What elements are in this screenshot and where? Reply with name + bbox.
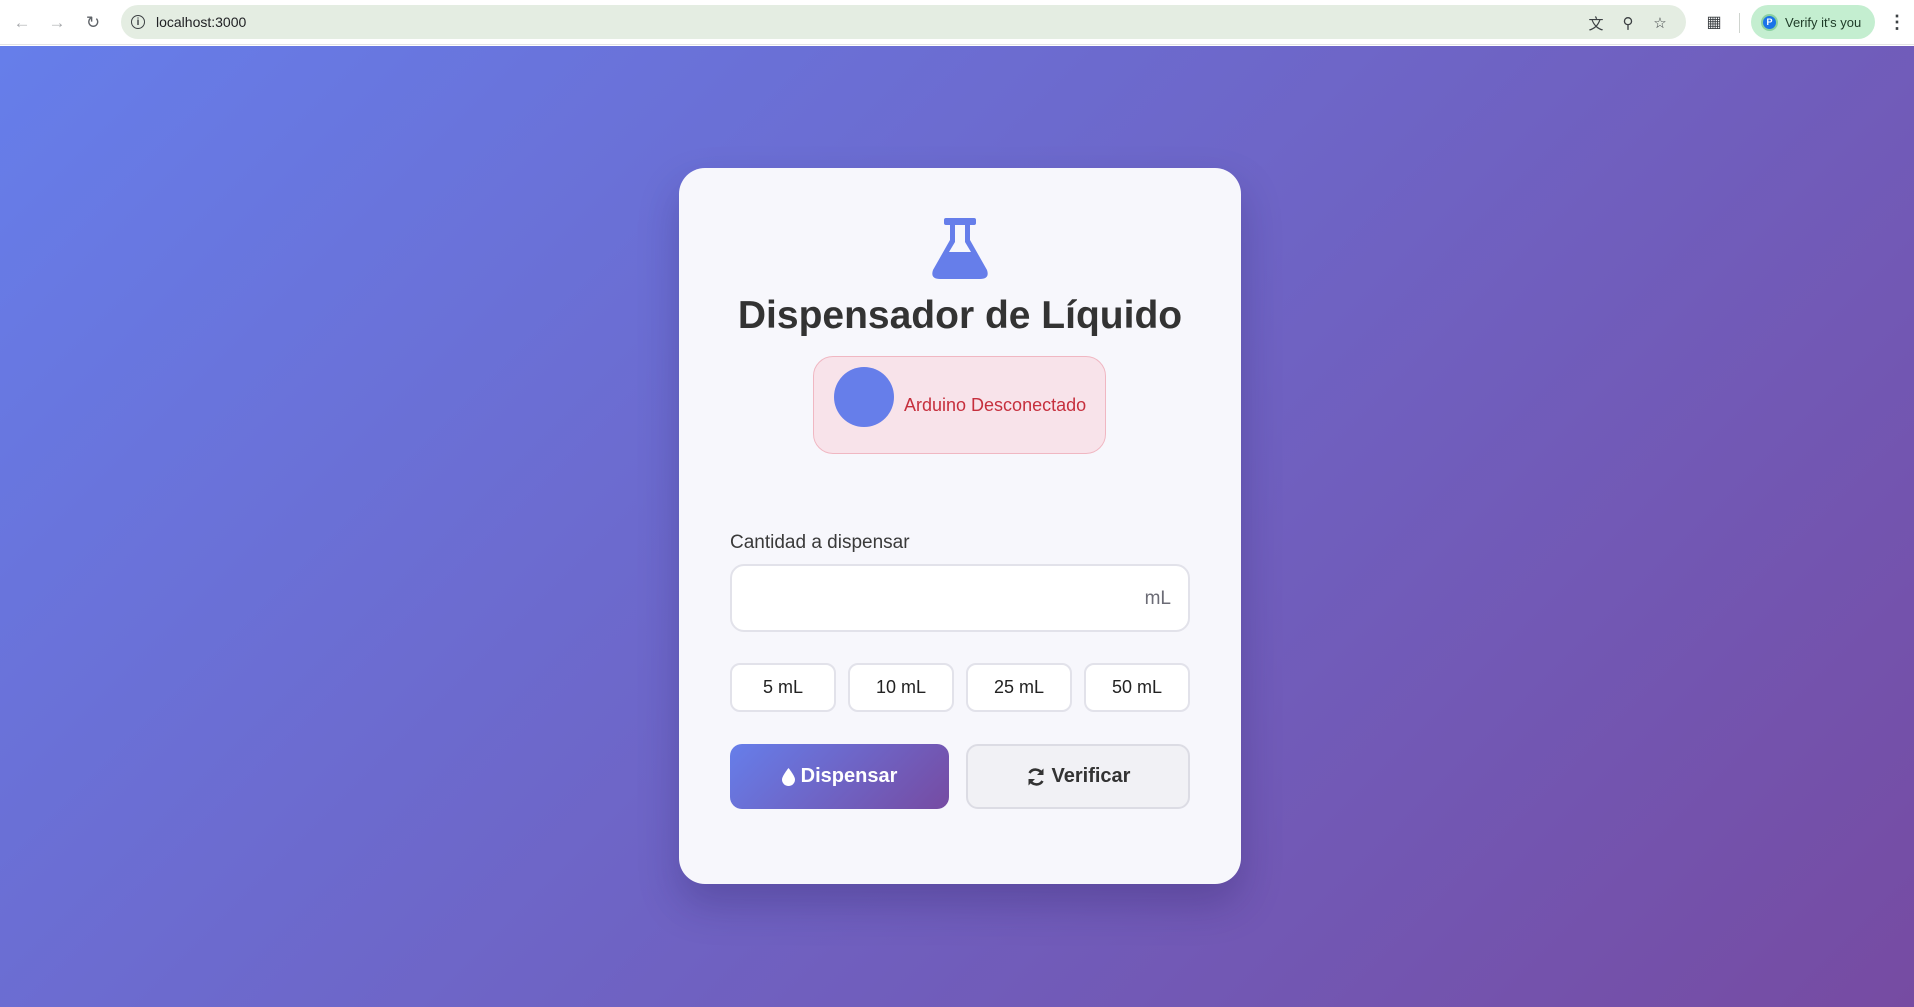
translate-icon[interactable]: 文	[1585, 12, 1607, 34]
preset-50ml-button[interactable]: 50 mL	[1084, 663, 1190, 712]
verify-button-label: Verificar	[1051, 765, 1131, 787]
unit-suffix: mL	[1144, 588, 1171, 609]
zoom-icon[interactable]: ⚲	[1617, 12, 1639, 34]
extensions-icon[interactable]: ▦	[1703, 11, 1725, 33]
verify-chip-label: Verify it's you	[1785, 14, 1862, 30]
bookmark-star-icon[interactable]: ☆	[1649, 12, 1671, 34]
more-menu-icon[interactable]: ⋮	[1887, 9, 1907, 35]
browser-toolbar: ← → ↻ i localhost:3000 文 ⚲ ☆ ▦ P Verify …	[0, 0, 1914, 45]
profile-avatar: P	[1761, 13, 1778, 31]
quantity-label: Cantidad a dispensar	[730, 532, 910, 553]
back-arrow-icon[interactable]: ←	[9, 9, 35, 35]
quantity-input[interactable]	[732, 566, 1188, 630]
site-info-icon[interactable]: i	[131, 15, 145, 29]
status-text: Arduino Desconectado	[904, 395, 1087, 415]
preset-10ml-button[interactable]: 10 mL	[848, 663, 954, 712]
status-indicator-dot	[834, 367, 894, 427]
connection-status-badge: Arduino Desconectado	[813, 356, 1106, 454]
reload-icon[interactable]: ↻	[80, 9, 106, 35]
preset-5ml-button[interactable]: 5 mL	[730, 663, 836, 712]
flask-icon	[932, 218, 988, 279]
dispenser-card: Dispensador de Líquido Arduino Desconect…	[679, 168, 1241, 884]
address-bar[interactable]: i localhost:3000 文 ⚲ ☆	[121, 5, 1686, 39]
url-text[interactable]: localhost:3000	[156, 14, 246, 30]
verify-profile-chip[interactable]: P Verify it's you	[1751, 5, 1875, 39]
dispense-button[interactable]: Dispensar	[730, 744, 949, 809]
page-background: Dispensador de Líquido Arduino Desconect…	[0, 46, 1914, 1007]
forward-arrow-icon[interactable]: →	[44, 9, 70, 35]
preset-25ml-button[interactable]: 25 mL	[966, 663, 1072, 712]
page-title: Dispensador de Líquido	[737, 294, 1183, 337]
quantity-field[interactable]: mL	[730, 564, 1190, 632]
toolbar-divider	[1739, 13, 1740, 33]
verify-button[interactable]: Verificar	[966, 744, 1190, 809]
refresh-icon	[1026, 767, 1046, 787]
dispense-button-label: Dispensar	[800, 765, 898, 787]
droplet-icon	[781, 767, 795, 786]
